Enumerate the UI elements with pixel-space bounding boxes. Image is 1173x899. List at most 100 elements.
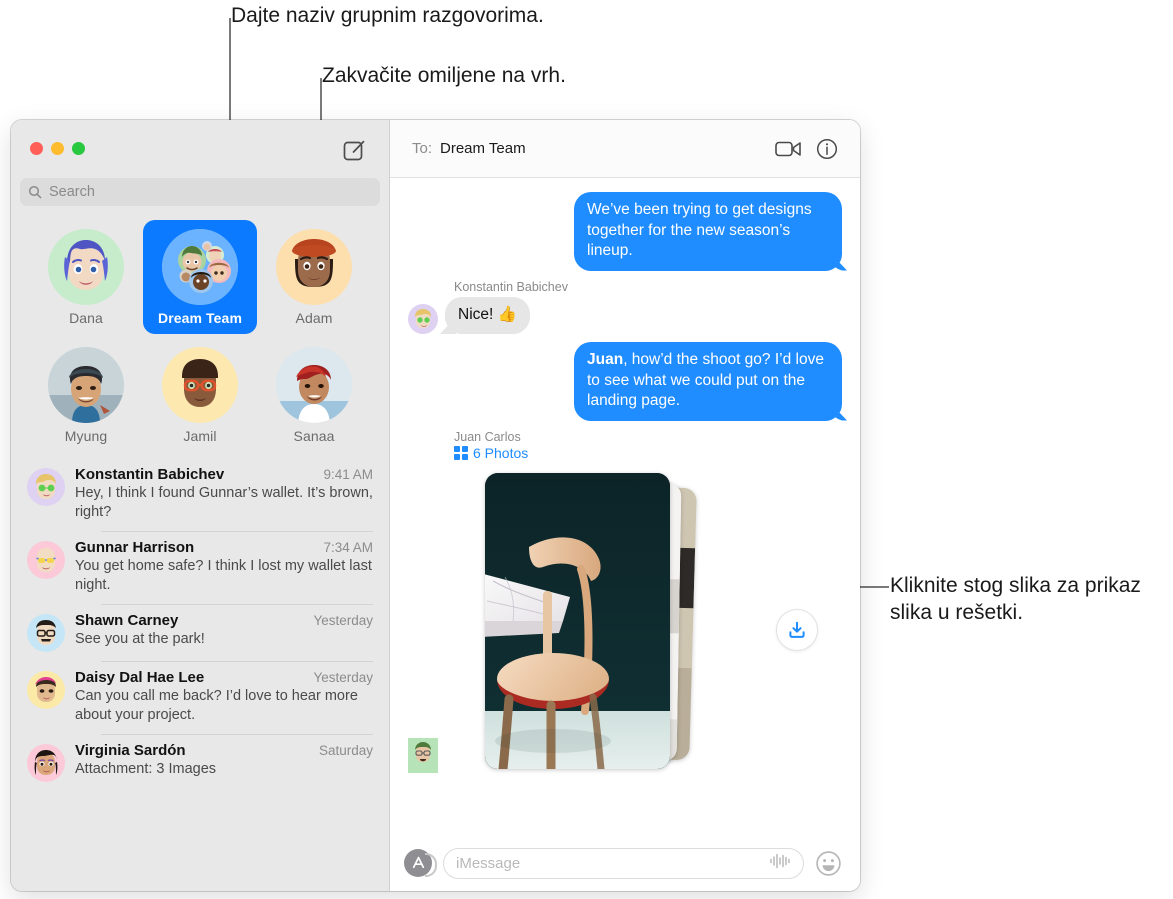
avatar — [276, 347, 352, 423]
conversation-item[interactable]: Gunnar Harrison 7:34 AM You get home saf… — [11, 531, 389, 604]
callout-group-name: Dajte naziv grupnim razgovorima. — [231, 4, 544, 27]
pinned-row-1: Dana Dream Team Adam — [29, 220, 371, 334]
conversation-name: Daisy Dal Hae Lee — [75, 669, 205, 686]
callout-photo-stack: Kliknite stog slika za prikaz slika u re… — [890, 574, 1141, 624]
audio-waveform-icon[interactable] — [769, 853, 791, 873]
zoom-button[interactable] — [72, 142, 85, 155]
memoji-virginia-icon — [34, 750, 58, 775]
conversation-preview: You get home safe? I think I lost my wal… — [75, 558, 372, 593]
conversation-time: 9:41 AM — [323, 467, 373, 482]
message-group-incoming: Konstantin Babichev Nice! 👍 — [408, 279, 842, 334]
avatar — [408, 737, 438, 773]
chat-header: To: Dream Team — [390, 120, 860, 178]
sidebar: Search Dana Dream Team Adam Myung Jamil … — [11, 120, 390, 891]
message-thread: We’ve been trying to get designs togethe… — [390, 178, 860, 835]
screenshot-root: Dajte naziv grupnim razgovorima. Zakvači… — [0, 0, 1173, 899]
photo-card-front[interactable] — [485, 472, 670, 769]
chat-recipient[interactable]: Dream Team — [440, 140, 526, 157]
conversation-body: Gunnar Harrison 7:34 AM You get home saf… — [75, 539, 373, 595]
pinned-item-jamil[interactable]: Jamil — [143, 338, 257, 452]
pinned-item-label: Sanaa — [293, 428, 335, 444]
info-circle-icon[interactable] — [812, 134, 842, 164]
conversation-preview: Can you call me back? I’d love to hear m… — [75, 688, 358, 723]
pinned-item-adam[interactable]: Adam — [257, 220, 371, 334]
conversation-time: 7:34 AM — [323, 540, 373, 555]
pinned-item-label: Myung — [64, 428, 108, 444]
compose-icon[interactable] — [341, 137, 367, 163]
conversation-preview: See you at the park! — [75, 631, 205, 647]
download-button[interactable] — [776, 608, 818, 651]
pinned-item-dream-team[interactable]: Dream Team — [143, 220, 257, 334]
conversation-item[interactable]: Virginia Sardón Saturday Attachment: 3 I… — [11, 734, 389, 791]
memoji-shawn-icon — [36, 620, 56, 645]
avatar — [27, 614, 65, 652]
pinned-item-label: Dream Team — [157, 310, 242, 326]
memoji-juan-icon — [415, 741, 431, 762]
message-row-outgoing: We’ve been trying to get designs togethe… — [408, 192, 842, 271]
to-label: To: — [412, 140, 433, 157]
chat-pane: To: Dream Team We’ve been trying to get … — [390, 120, 860, 891]
photo-count-link[interactable]: 6 Photos — [454, 445, 842, 462]
search-container: Search — [11, 178, 389, 214]
photo-myung-icon — [48, 347, 124, 423]
memoji-gunnar-icon — [36, 548, 56, 572]
photo-stack-message: Juan Carlos 6 Photos — [408, 430, 842, 777]
traffic-lights — [30, 142, 85, 155]
photo-count-label: 6 Photos — [473, 444, 529, 461]
memoji-konstantin-icon — [415, 309, 431, 328]
photo-stack[interactable] — [445, 465, 818, 777]
conversation-body: Virginia Sardón Saturday Attachment: 3 I… — [75, 742, 373, 782]
conversation-item[interactable]: Shawn Carney Yesterday See you at the pa… — [11, 604, 389, 661]
message-composer: iMessage — [390, 835, 860, 891]
conversation-body: Daisy Dal Hae Lee Yesterday Can you call… — [75, 669, 373, 725]
avatar — [48, 229, 124, 305]
pinned-item-myung[interactable]: Myung — [29, 338, 143, 452]
conversation-body: Konstantin Babichev 9:41 AM Hey, I think… — [75, 466, 373, 522]
pinned-item-label: Dana — [69, 310, 103, 326]
conversation-time: Saturday — [318, 743, 373, 758]
message-bubble-incoming[interactable]: Nice! 👍 — [445, 296, 530, 334]
pinned-item-label: Jamil — [183, 428, 217, 444]
memoji-dana-icon — [64, 240, 108, 290]
message-sender-name: Konstantin Babichev — [454, 279, 568, 294]
imessage-placeholder: iMessage — [456, 854, 521, 872]
search-input[interactable]: Search — [20, 178, 380, 206]
photo-grid-icon — [454, 446, 468, 460]
download-icon — [789, 621, 805, 638]
close-button[interactable] — [30, 142, 43, 155]
app-store-icon[interactable] — [404, 849, 437, 877]
emoji-smiley-icon[interactable] — [815, 850, 842, 877]
video-camera-icon[interactable] — [774, 134, 804, 164]
photo-stack-meta: Juan Carlos 6 Photos — [454, 430, 842, 462]
memoji-adam-icon — [292, 239, 336, 287]
photo-stack-row — [408, 465, 842, 777]
minimize-button[interactable] — [51, 142, 64, 155]
message-bubble-outgoing[interactable]: Juan, how’d the shoot go? I’d love to se… — [574, 342, 842, 421]
conversation-name: Konstantin Babichev — [75, 466, 225, 483]
pinned-item-sanaa[interactable]: Sanaa — [257, 338, 371, 452]
message-bubble-outgoing[interactable]: We’ve been trying to get designs togethe… — [574, 192, 842, 271]
conversation-item[interactable]: Konstantin Babichev 9:41 AM Hey, I think… — [11, 458, 389, 531]
callout-pin-favorites: Zakvačite omiljene na vrh. — [322, 64, 566, 87]
avatar — [27, 468, 65, 506]
search-placeholder: Search — [49, 184, 95, 200]
conversation-item[interactable]: Daisy Dal Hae Lee Yesterday Can you call… — [11, 661, 389, 734]
sidebar-titlebar — [11, 120, 389, 178]
group-memoji-dream-team-icon — [162, 229, 238, 305]
conversation-time: Yesterday — [313, 670, 373, 685]
avatar — [162, 229, 238, 305]
conversation-name: Shawn Carney — [75, 612, 179, 629]
conversation-time: Yesterday — [313, 613, 373, 628]
avatar — [408, 304, 438, 334]
memoji-jamil-icon — [182, 359, 218, 407]
message-text: , how’d the shoot go? I’d love to see wh… — [587, 351, 824, 409]
mention-juan: Juan — [587, 351, 624, 368]
search-icon — [28, 185, 42, 199]
memoji-konstantin-icon — [36, 474, 56, 499]
avatar — [162, 347, 238, 423]
imessage-input[interactable]: iMessage — [443, 847, 804, 879]
pinned-item-dana[interactable]: Dana — [29, 220, 143, 334]
avatar — [27, 541, 65, 579]
pinned-row-2: Myung Jamil Sanaa — [29, 338, 371, 452]
avatar — [276, 229, 352, 305]
